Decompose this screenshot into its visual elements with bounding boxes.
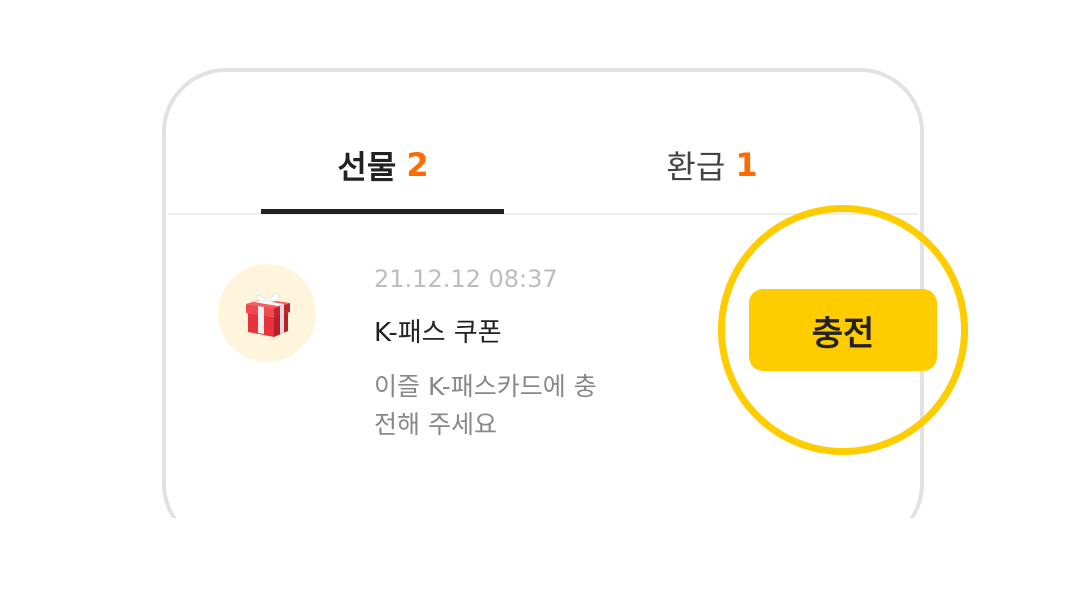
tab-refund[interactable]: 환급 1 [590, 140, 834, 190]
item-timestamp: 21.12.12 08:37 [374, 265, 558, 293]
tab-gift-count: 2 [406, 146, 429, 184]
tab-active-indicator [261, 209, 504, 214]
tab-refund-count: 1 [735, 146, 758, 184]
gift-avatar [218, 264, 316, 362]
tab-refund-label: 환급 [666, 148, 726, 186]
tab-gift[interactable]: 선물 2 [262, 140, 504, 190]
tab-gift-label: 선물 [337, 148, 397, 186]
gift-box-icon [246, 293, 290, 337]
item-description: 이즐 K-패스카드에 충전해 주세요 [374, 372, 597, 439]
item-title: K-패스 쿠폰 [374, 318, 502, 348]
charge-button[interactable]: 충전 [749, 289, 937, 371]
frame-bottom-mask [150, 518, 940, 606]
